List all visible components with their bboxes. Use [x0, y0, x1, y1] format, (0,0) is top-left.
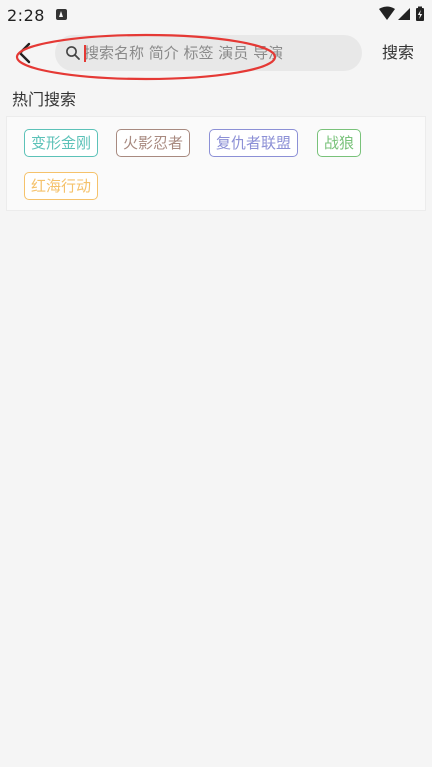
wifi-icon [379, 6, 395, 20]
hot-search-tag[interactable]: 红海行动 [24, 172, 99, 200]
hot-search-tag[interactable]: 战狼 [317, 129, 362, 157]
text-cursor [84, 45, 86, 62]
hot-search-tags: 变形金刚 火影忍者 复仇者联盟 战狼 红海行动 [6, 116, 426, 211]
search-input[interactable] [84, 35, 349, 71]
hot-search-tag[interactable]: 火影忍者 [116, 129, 191, 157]
cellular-signal-icon [398, 8, 410, 20]
back-button[interactable] [10, 38, 40, 68]
status-bar: 2:28 [0, 0, 432, 32]
search-screen: 2:28 搜索名称 简介 标签 演员 导演 搜索 热门搜索 变形金刚 火影忍者 … [0, 0, 432, 767]
status-time: 2:28 [7, 6, 45, 25]
status-icons [378, 6, 426, 22]
search-button[interactable]: 搜索 [372, 32, 424, 74]
hot-search-tag[interactable]: 变形金刚 [24, 129, 99, 157]
search-icon [66, 46, 80, 60]
search-header: 搜索 [0, 32, 432, 81]
search-box[interactable] [55, 35, 362, 71]
battery-charging-icon [416, 6, 424, 21]
app-notification-icon [56, 9, 67, 20]
chevron-left-icon [18, 42, 31, 64]
hot-search-title: 热门搜索 [12, 90, 77, 109]
hot-search-tag[interactable]: 复仇者联盟 [209, 129, 299, 157]
